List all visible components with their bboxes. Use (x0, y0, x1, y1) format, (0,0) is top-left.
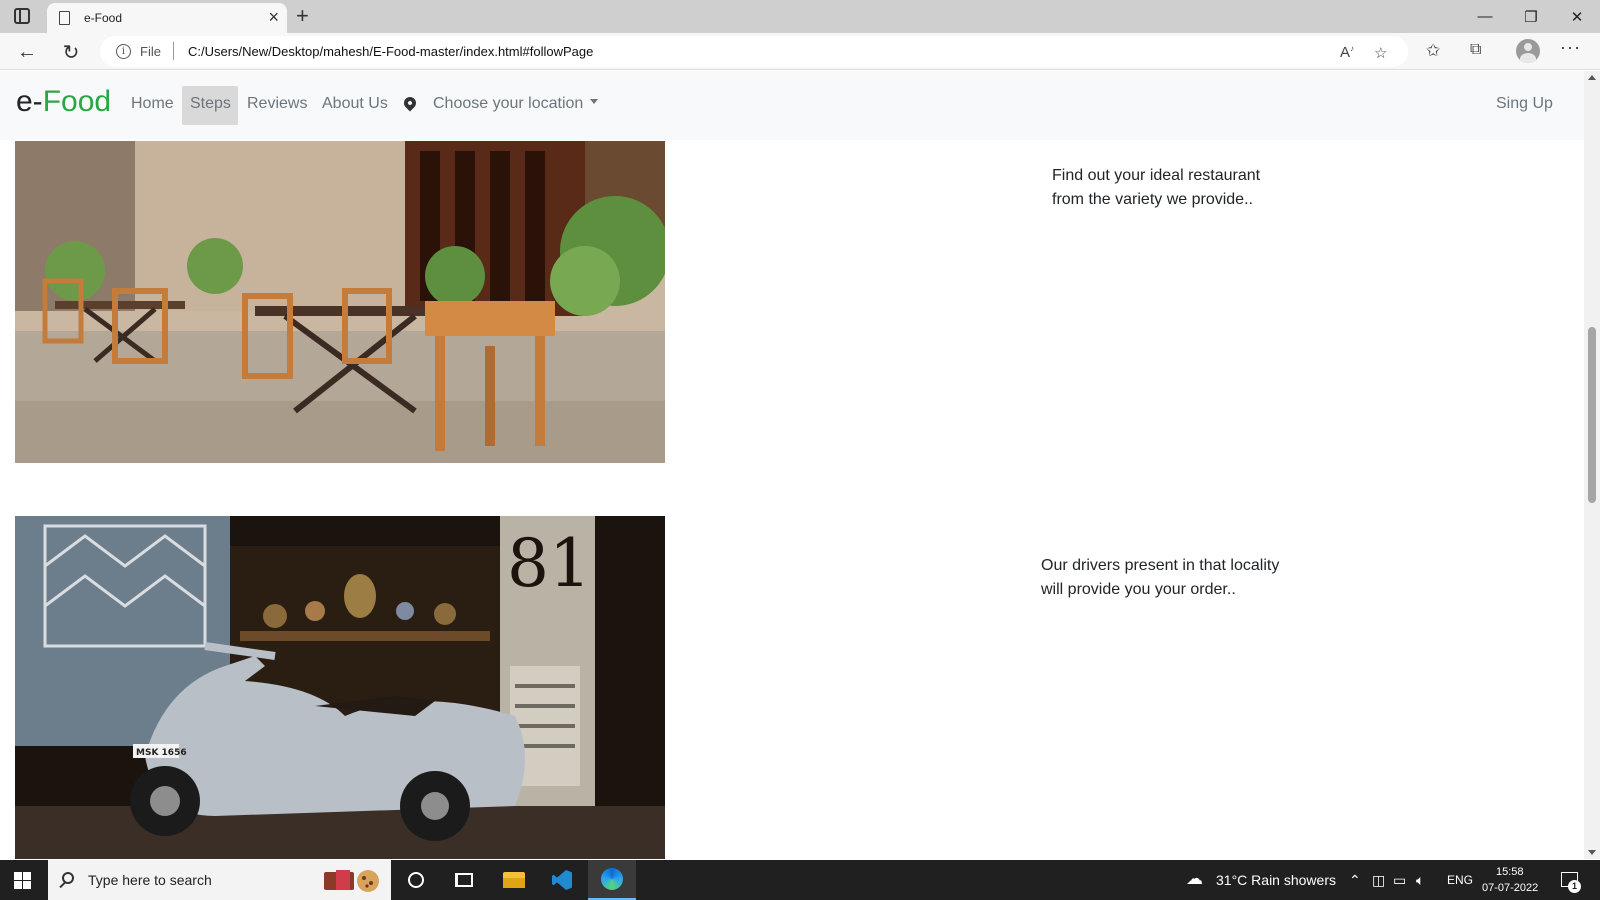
windows-start-icon[interactable] (14, 872, 31, 889)
address-toolbar: ← ↻ i File C:/Users/New/Desktop/mahesh/E… (0, 33, 1600, 70)
weather-text[interactable]: 31°C Rain showers (1216, 872, 1336, 888)
taskbar-search[interactable]: Type here to search (48, 860, 391, 900)
task-view-icon[interactable] (440, 860, 488, 900)
profile-icon[interactable] (1516, 39, 1540, 63)
scooter-illustration: 81 MSK 1656 (15, 516, 665, 859)
step-2-text: Our drivers present in that locality wil… (1041, 554, 1279, 602)
step-2-line-1: Our drivers present in that locality (1041, 557, 1280, 574)
more-icon[interactable]: ··· (1560, 37, 1581, 58)
file-explorer-icon[interactable] (490, 860, 538, 900)
close-window-icon[interactable]: ✕ (1554, 0, 1600, 33)
page-viewport: Find out your ideal restaurant from the … (0, 71, 1600, 859)
favorites-icon[interactable]: ✩ (1426, 41, 1440, 61)
clock-time[interactable]: 15:58 (1496, 866, 1524, 878)
chevron-up-icon[interactable]: ⌃ (1349, 872, 1361, 889)
add-favorite-icon[interactable]: ☆ (1374, 44, 1387, 62)
url-scheme: File (140, 44, 161, 59)
address-bar[interactable]: i File C:/Users/New/Desktop/mahesh/E-Foo… (100, 36, 1408, 67)
window-controls: — ❐ ✕ (1462, 0, 1600, 33)
nav-steps[interactable]: Steps (190, 95, 231, 113)
step-1-text: Find out your ideal restaurant from the … (1052, 164, 1260, 212)
scooter-photo: 81 MSK 1656 (15, 516, 665, 859)
location-dropdown[interactable]: Choose your location (433, 95, 599, 113)
close-icon[interactable]: × (268, 7, 279, 28)
collections-icon[interactable]: ⧉ (1470, 41, 1481, 59)
sidebar-icon[interactable] (14, 8, 30, 24)
search-placeholder: Type here to search (88, 872, 212, 888)
volume-icon[interactable]: 🔈︎ (1416, 872, 1424, 889)
cortana-icon[interactable] (392, 860, 440, 900)
step-2-line-2: will provide you your order.. (1041, 581, 1236, 598)
brand-logo[interactable]: e-Food (16, 85, 111, 119)
nav-reviews[interactable]: Reviews (247, 95, 307, 113)
url-text[interactable]: C:/Users/New/Desktop/mahesh/E-Food-maste… (188, 44, 593, 59)
scroll-up-icon[interactable] (1588, 75, 1596, 80)
vscode-icon[interactable] (538, 860, 586, 900)
minimize-icon[interactable]: — (1462, 0, 1508, 33)
page-icon (59, 11, 70, 25)
step-1-line-1: Find out your ideal restaurant (1052, 167, 1261, 184)
refresh-icon[interactable]: ↻ (58, 39, 84, 65)
tab-title: e-Food (84, 11, 123, 25)
brand-prefix: e- (16, 85, 43, 118)
tab-e-food[interactable]: e-Food × (47, 3, 287, 33)
browser-tab-bar: e-Food × + — ❐ ✕ (0, 0, 1600, 33)
scrollbar[interactable] (1584, 71, 1600, 859)
scroll-thumb[interactable] (1588, 327, 1596, 503)
restaurant-photo (15, 141, 665, 463)
nav-home[interactable]: Home (131, 95, 174, 113)
taskbar: Type here to search ☁ 31°C Rain showers … (0, 860, 1600, 900)
svg-text:MSK 1656: MSK 1656 (136, 748, 187, 758)
chevron-down-icon (590, 99, 599, 105)
search-icon (62, 872, 74, 884)
url-separator (173, 42, 174, 60)
search-highlight-icon (324, 870, 379, 892)
scroll-down-icon[interactable] (1588, 850, 1596, 855)
restore-icon[interactable]: ❐ (1508, 0, 1554, 33)
network-icon[interactable]: ▭ (1393, 872, 1406, 889)
meet-now-icon[interactable]: ◫ (1372, 872, 1385, 889)
signup-link[interactable]: Sing Up (1496, 95, 1553, 113)
svg-text:81: 81 (507, 525, 591, 602)
brand-name: Food (42, 85, 112, 118)
location-pin-icon (401, 94, 419, 112)
info-icon[interactable]: i (116, 44, 131, 59)
back-icon[interactable]: ← (14, 39, 40, 65)
nav-about-us[interactable]: About Us (322, 95, 388, 113)
clock-date[interactable]: 07-07-2022 (1482, 882, 1538, 894)
restaurant-illustration (15, 141, 665, 463)
site-navbar: e-Food Home Steps Reviews About Us Choos… (0, 71, 1584, 140)
location-dropdown-label: Choose your location (433, 95, 584, 112)
step-1-line-2: from the variety we provide.. (1052, 191, 1253, 208)
notification-badge: 1 (1568, 880, 1581, 893)
plus-icon[interactable]: + (296, 3, 309, 29)
weather-icon[interactable]: ☁ (1186, 869, 1203, 889)
read-aloud-icon[interactable]: A♪ (1340, 44, 1354, 61)
edge-browser-icon[interactable] (588, 860, 636, 900)
language-indicator[interactable]: ENG (1447, 873, 1473, 887)
